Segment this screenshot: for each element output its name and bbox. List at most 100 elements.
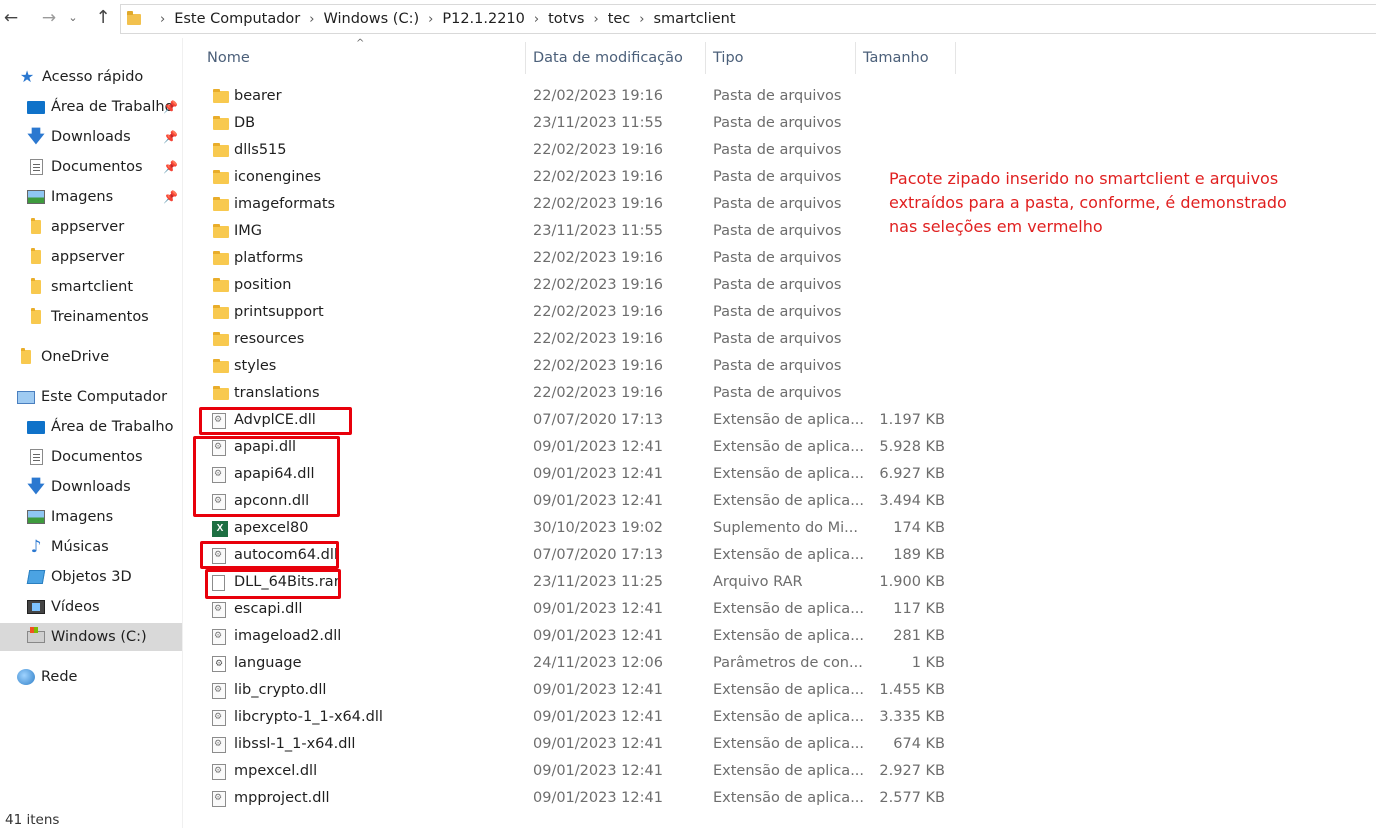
- file-date-modified: 22/02/2023 19:16: [533, 196, 663, 212]
- videos-icon: [27, 600, 45, 614]
- breadcrumb-separator[interactable]: ›: [593, 12, 598, 27]
- pin-icon[interactable]: 📌: [163, 100, 178, 114]
- file-row[interactable]: position 22/02/2023 19:16 Pasta de arquivo…: [195, 272, 955, 299]
- nav-item-pictures[interactable]: Imagens 📌: [0, 183, 182, 211]
- forward-arrow-icon[interactable]: →: [38, 6, 60, 30]
- breadcrumb-separator[interactable]: ›: [428, 12, 433, 27]
- breadcrumb-separator[interactable]: ›: [639, 12, 644, 27]
- breadcrumb-separator[interactable]: ›: [534, 12, 539, 27]
- file-type: Pasta de arquivos: [713, 385, 842, 401]
- dll-icon: [212, 791, 226, 807]
- column-header-size[interactable]: Tamanho: [855, 38, 955, 76]
- breadcrumb-item[interactable]: Este Computador: [174, 11, 300, 27]
- nav-item-downloads[interactable]: 🡇 Downloads 📌: [0, 123, 182, 151]
- breadcrumb-item[interactable]: totvs: [548, 11, 584, 27]
- file-row[interactable]: imageload2.dll 09/01/2023 12:41 Extensão d…: [195, 623, 955, 650]
- nav-item-desktop[interactable]: Área de Trabalho 📌: [0, 93, 182, 121]
- nav-item-label: Este Computador: [41, 389, 168, 405]
- folder-icon: [213, 116, 229, 130]
- nav-item-label: Objetos 3D: [51, 569, 132, 585]
- file-row[interactable]: dlls515 22/02/2023 19:16 Pasta de arquivos: [195, 137, 955, 164]
- file-name: styles: [234, 358, 277, 374]
- folder-icon: [31, 218, 41, 234]
- file-name: mpproject.dll: [234, 790, 330, 806]
- breadcrumb-item[interactable]: Windows (C:): [323, 11, 419, 27]
- nav-item-desktop[interactable]: Área de Trabalho: [0, 413, 182, 441]
- file-row[interactable]: resources 22/02/2023 19:16 Pasta de arquiv…: [195, 326, 955, 353]
- file-size: 5.928 KB: [879, 439, 945, 455]
- breadcrumb-separator[interactable]: ›: [160, 12, 165, 27]
- nav-item-documents[interactable]: Documentos: [0, 443, 182, 471]
- nav-item-downloads[interactable]: 🡇 Downloads: [0, 473, 182, 501]
- pin-icon[interactable]: 📌: [163, 160, 178, 174]
- file-row[interactable]: styles 22/02/2023 19:16 Pasta de arquivos: [195, 353, 955, 380]
- file-row[interactable]: translations 22/02/2023 19:16 Pasta de arq…: [195, 380, 955, 407]
- file-date-modified: 30/10/2023 19:02: [533, 520, 663, 536]
- file-row[interactable]: mpproject.dll 09/01/2023 12:41 Extensão de…: [195, 785, 955, 812]
- file-row[interactable]: platforms 22/02/2023 19:16 Pasta de arquiv…: [195, 245, 955, 272]
- nav-item-label: appserver: [51, 249, 125, 265]
- file-size: 2.577 KB: [879, 790, 945, 806]
- folder-icon: [31, 248, 41, 264]
- pin-icon[interactable]: 📌: [163, 130, 178, 144]
- file-row[interactable]: escapi.dll 09/01/2023 12:41 Extensão de ap…: [195, 596, 955, 623]
- file-date-modified: 09/01/2023 12:41: [533, 466, 663, 482]
- document-icon: [29, 449, 43, 465]
- column-header-date[interactable]: Data de modificação: [525, 38, 705, 76]
- breadcrumb-separator[interactable]: ›: [309, 12, 314, 27]
- folder-icon: [127, 10, 141, 25]
- nav-item-appserver[interactable]: appserver: [0, 243, 182, 271]
- nav-item-appserver[interactable]: appserver: [0, 213, 182, 241]
- file-name: printsupport: [234, 304, 324, 320]
- file-row[interactable]: lib_crypto.dll 09/01/2023 12:41 Extensão d…: [195, 677, 955, 704]
- file-row[interactable]: Xapexcel80 30/10/2023 19:02 Suplemento do …: [195, 515, 955, 542]
- file-row[interactable]: DB 23/11/2023 11:55 Pasta de arquivos: [195, 110, 955, 137]
- up-arrow-icon[interactable]: ↑: [92, 6, 114, 30]
- back-arrow-icon[interactable]: ←: [0, 6, 22, 30]
- file-row[interactable]: bearer 22/02/2023 19:16 Pasta de arquivos: [195, 83, 955, 110]
- nav-item-videos[interactable]: Vídeos: [0, 593, 182, 621]
- annotation-line: Pacote zipado inserido no smartclient e …: [889, 169, 1279, 188]
- file-row[interactable]: libcrypto-1_1-x64.dll 09/01/2023 12:41 Ext…: [195, 704, 955, 731]
- file-type: Extensão de aplica...: [713, 412, 865, 428]
- breadcrumb-item[interactable]: tec: [608, 11, 631, 27]
- file-date-modified: 23/11/2023 11:55: [533, 223, 663, 239]
- nav-item-network[interactable]: Rede: [0, 663, 182, 691]
- nav-item-windows-c[interactable]: Windows (C:): [0, 623, 182, 651]
- file-row[interactable]: iconengines 22/02/2023 19:16 Pasta de arqu…: [195, 164, 955, 191]
- 3d-objects-icon: [26, 570, 46, 584]
- file-row[interactable]: mpexcel.dll 09/01/2023 12:41 Extensão de a…: [195, 758, 955, 785]
- file-row[interactable]: libssl-1_1-x64.dll 09/01/2023 12:41 Extens…: [195, 731, 955, 758]
- nav-item-smartclient[interactable]: smartclient: [0, 273, 182, 301]
- nav-item-3d-objects[interactable]: Objetos 3D: [0, 563, 182, 591]
- desktop-icon: [27, 420, 45, 434]
- recent-locations-chevron-icon[interactable]: ⌄: [62, 6, 84, 30]
- breadcrumb[interactable]: › Este Computador › Windows (C:) › P12.1…: [120, 4, 1376, 34]
- nav-item-documents[interactable]: Documentos 📌: [0, 153, 182, 181]
- document-icon: [29, 159, 43, 175]
- nav-item-treinamentos[interactable]: Treinamentos: [0, 303, 182, 331]
- file-row[interactable]: language 24/11/2023 12:06 Parâmetros de co…: [195, 650, 955, 677]
- nav-item-pictures[interactable]: Imagens: [0, 503, 182, 531]
- nav-item-music[interactable]: ♪ Músicas: [0, 533, 182, 561]
- file-date-modified: 09/01/2023 12:41: [533, 763, 663, 779]
- pin-icon[interactable]: 📌: [163, 190, 178, 204]
- nav-item-onedrive[interactable]: OneDrive: [0, 343, 182, 371]
- file-row[interactable]: printsupport 22/02/2023 19:16 Pasta de arq…: [195, 299, 955, 326]
- column-divider[interactable]: [955, 42, 956, 74]
- column-header-type[interactable]: Tipo: [705, 38, 855, 76]
- address-bar: ← → ⌄ ↑ › Este Computador › Windows (C:)…: [0, 0, 1376, 38]
- file-date-modified: 07/07/2020 17:13: [533, 412, 663, 428]
- file-size: 281 KB: [893, 628, 945, 644]
- pictures-icon: [27, 510, 45, 524]
- file-row[interactable]: IMG 23/11/2023 11:55 Pasta de arquivos: [195, 218, 955, 245]
- file-row[interactable]: imageformats 22/02/2023 19:16 Pasta de arq…: [195, 191, 955, 218]
- nav-item-quick-access[interactable]: ★ Acesso rápido: [0, 63, 182, 91]
- file-type: Pasta de arquivos: [713, 304, 842, 320]
- annotation-text: Pacote zipado inserido no smartclient e …: [889, 167, 1319, 239]
- breadcrumb-item[interactable]: P12.1.2210: [442, 11, 525, 27]
- file-type: Pasta de arquivos: [713, 223, 842, 239]
- breadcrumb-item[interactable]: smartclient: [653, 11, 735, 27]
- nav-item-this-pc[interactable]: Este Computador: [0, 383, 182, 411]
- nav-item-label: Acesso rápido: [42, 69, 144, 85]
